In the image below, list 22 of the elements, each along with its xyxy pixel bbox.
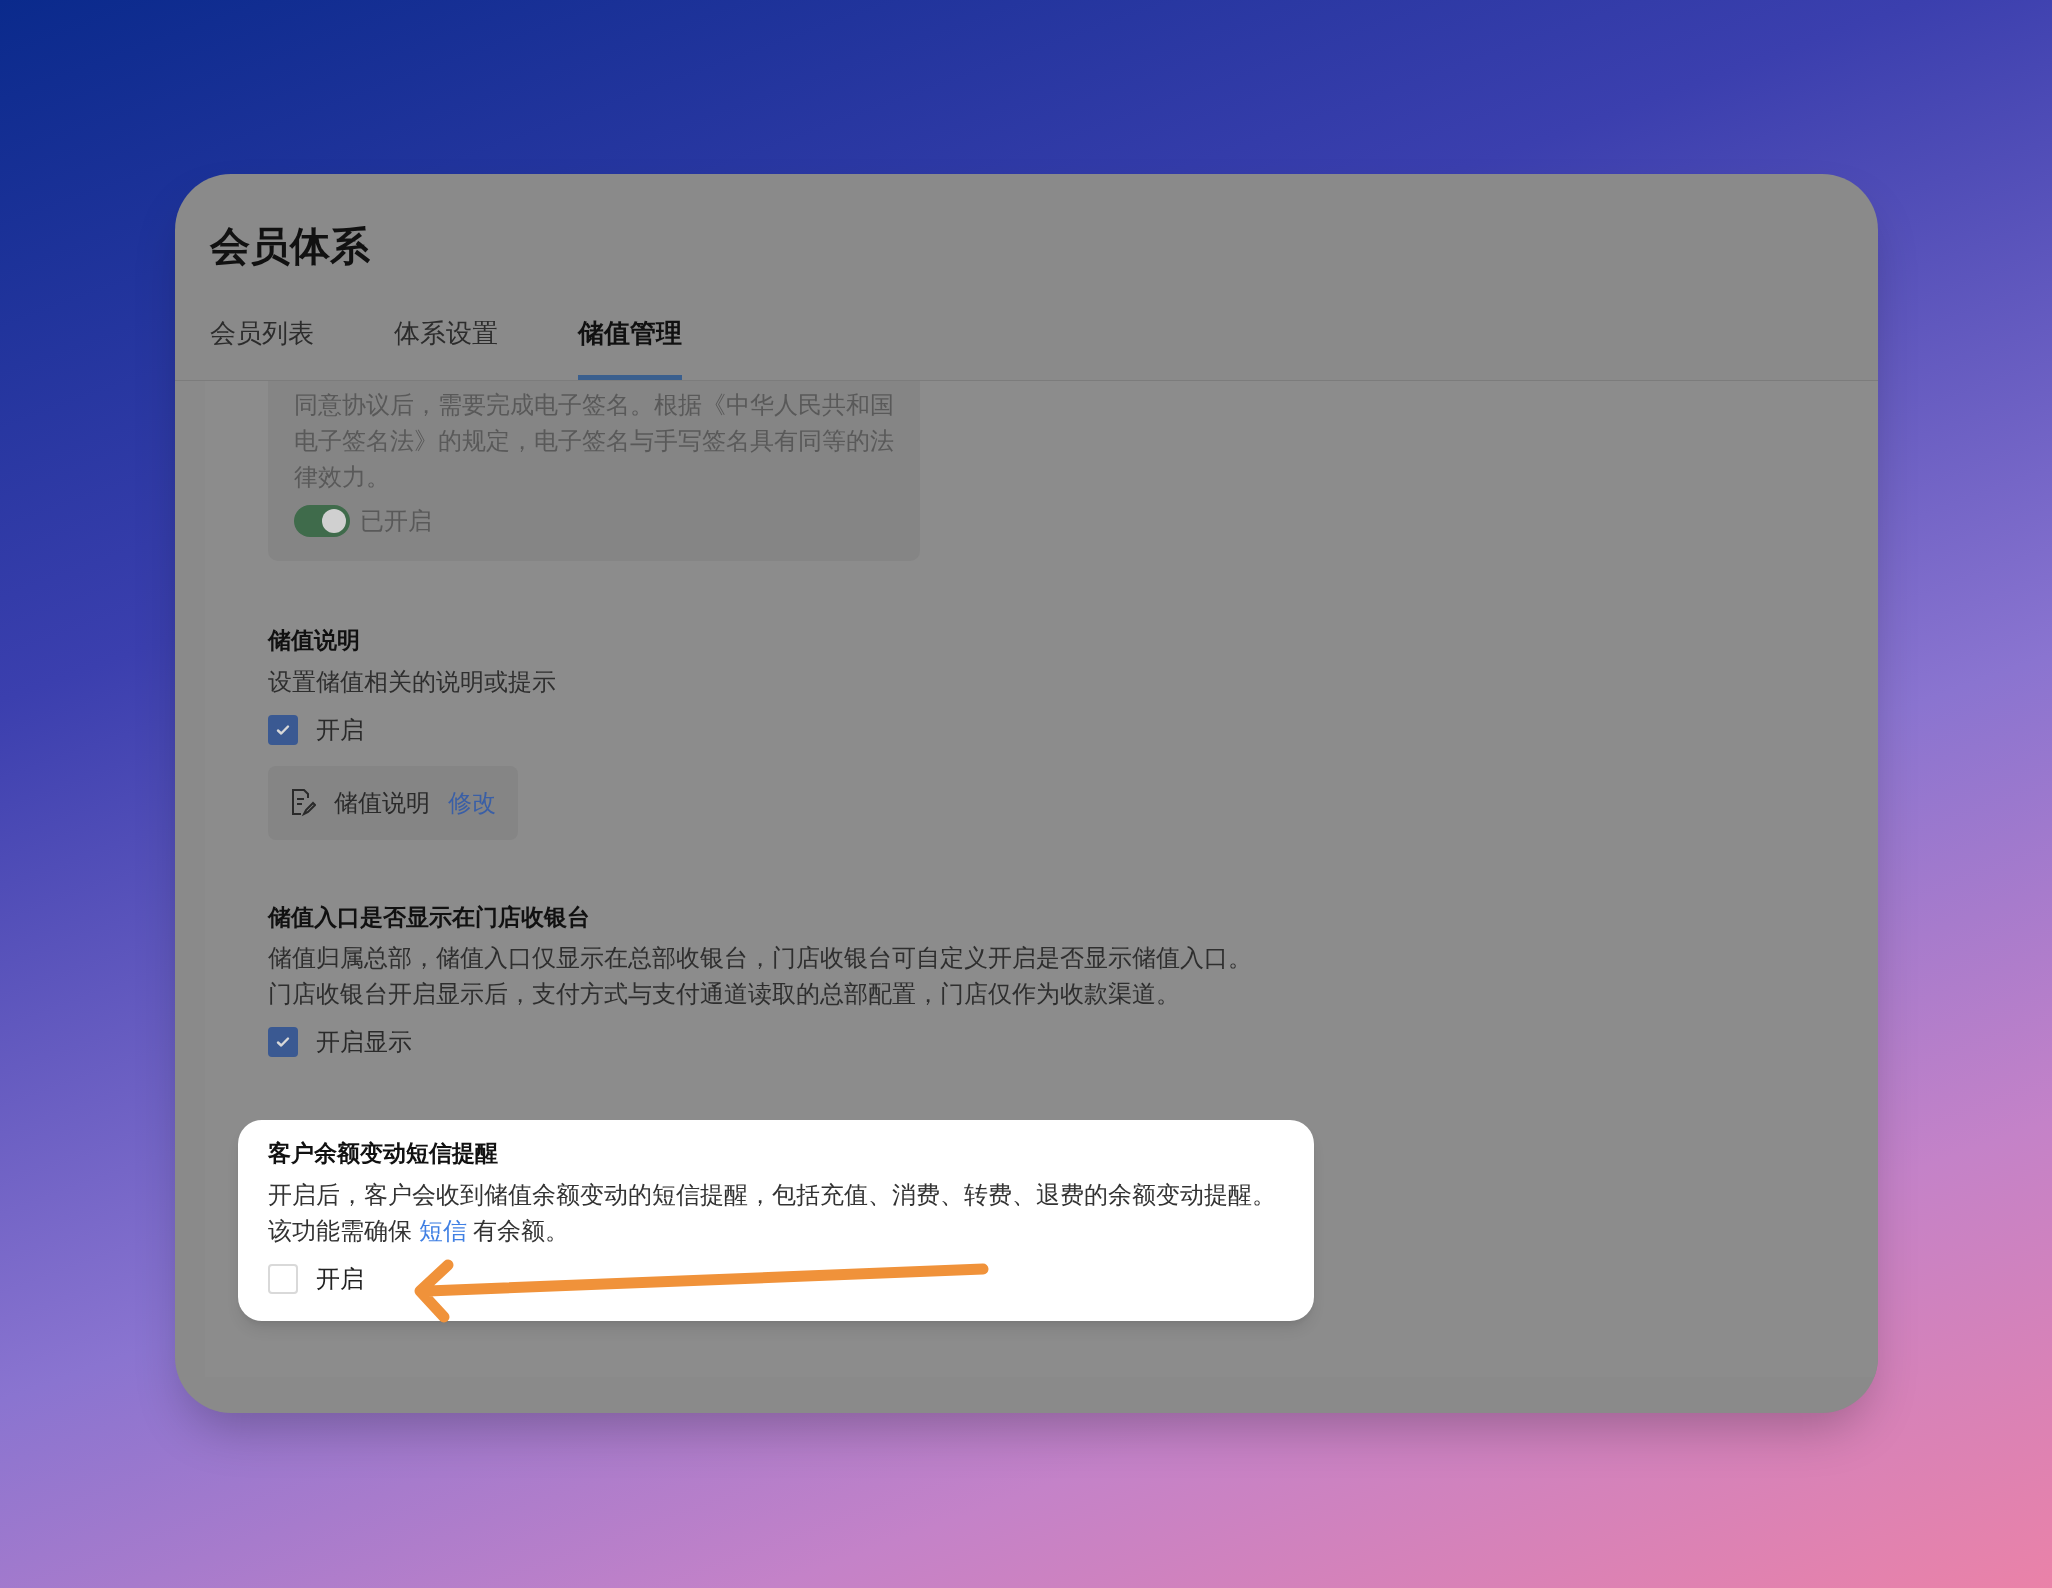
document-edit-icon — [290, 788, 316, 817]
section-title: 客户余额变动短信提醒 — [268, 1139, 499, 1168]
section-description: 该功能需确保 短信 有余额。 — [268, 1215, 571, 1246]
checkbox[interactable] — [268, 1027, 298, 1057]
checkbox[interactable] — [268, 714, 298, 745]
section-title: 储值说明 — [268, 626, 361, 655]
section-description: 储值归属总部，储值入口仅显示在总部收银台，门店收银台可自定义开启是否显示储值入口。 — [268, 943, 1253, 973]
section-description: 设置储值相关的说明或提示 — [268, 666, 557, 697]
tab[interactable]: 会员列表 — [210, 314, 314, 380]
checkbox-label: 开启显示 — [316, 1027, 412, 1057]
page-title: 会员体系 — [210, 223, 371, 270]
checkbox-label: 开启 — [316, 1263, 364, 1294]
section-description: 开启后，客户会收到储值余额变动的短信提醒，包括充值、消费、转费、退费的余额变动提醒。 — [268, 1179, 1277, 1210]
checkmark-icon — [275, 1034, 291, 1050]
toggle-switch[interactable] — [294, 505, 350, 537]
checkbox[interactable] — [268, 1263, 298, 1294]
note-label: 储值说明 — [334, 787, 430, 818]
section-description: 门店收银台开启显示后，支付方式与支付通道读取的总部配置，门店仅作为收款渠道。 — [268, 979, 1181, 1009]
sms-link[interactable]: 短信 — [418, 1216, 467, 1244]
tab[interactable]: 体系设置 — [394, 314, 498, 380]
checkbox-label: 开启 — [316, 714, 364, 745]
section-title: 储值入口是否显示在门店收银台 — [268, 902, 591, 932]
